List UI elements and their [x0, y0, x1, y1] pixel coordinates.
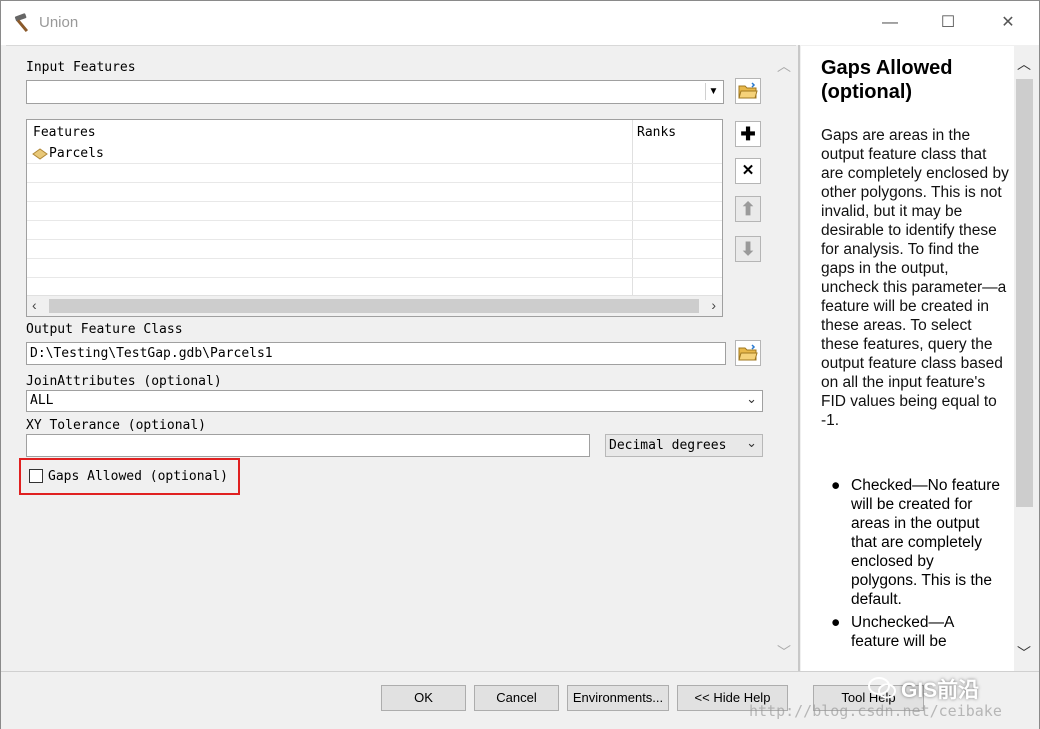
xy-unit-value: Decimal degrees — [609, 438, 727, 453]
features-grid: Features Ranks Parcels ‹ › — [26, 119, 723, 317]
chevron-down-icon[interactable]: ﹀ — [1017, 643, 1031, 663]
open-folder-icon — [738, 82, 758, 99]
parameters-pane: Input Features ▼ Features Ranks Parcels — [6, 45, 796, 671]
chevron-left-icon[interactable]: ‹ — [32, 297, 37, 313]
xy-tolerance-input[interactable] — [26, 434, 590, 457]
window-title: Union — [39, 14, 79, 31]
browse-input-button[interactable] — [735, 78, 761, 104]
minimize-button[interactable]: — — [867, 9, 913, 37]
gaps-allowed-checkbox[interactable] — [29, 469, 43, 483]
table-row — [27, 164, 722, 183]
output-feature-class-input[interactable]: D:\Testing\TestGap.gdb\Parcels1 — [26, 342, 726, 365]
x-icon: ✕ — [741, 162, 755, 179]
column-header-features: Features — [33, 125, 96, 140]
parameters-scrollbar[interactable]: ︿ ﹀ — [774, 56, 794, 662]
gaps-allowed-label[interactable]: Gaps Allowed (optional) — [48, 469, 228, 484]
title-bar: Union — ☐ ✕ — [1, 1, 1039, 45]
table-row — [27, 202, 722, 221]
button-bar: OK Cancel Environments... << Hide Help T… — [1, 671, 1039, 729]
close-button[interactable]: ✕ — [985, 9, 1031, 37]
hammer-icon — [14, 13, 29, 33]
list-item: ● Unchecked—A feature will be — [831, 614, 954, 650]
watermark-url: http://blog.csdn.net/ceibake — [749, 702, 1002, 720]
table-row — [27, 240, 722, 259]
browse-output-button[interactable] — [735, 340, 761, 366]
input-features-combo[interactable]: ▼ — [26, 80, 724, 104]
join-attributes-label: JoinAttributes (optional) — [26, 374, 222, 389]
chevron-down-icon[interactable]: ⌄ — [746, 391, 757, 407]
xy-tolerance-label: XY Tolerance (optional) — [26, 418, 207, 433]
brand-watermark: GIS前沿 — [901, 679, 980, 702]
help-body: Gaps are areas in the output feature cla… — [821, 127, 1009, 429]
list-item: ● Checked—No feature will be created for … — [831, 477, 1001, 608]
help-list: ● Checked—No feature will be created for … — [831, 476, 1001, 655]
arrow-up-icon: ⬆ — [740, 199, 756, 219]
move-up-button[interactable]: ⬆ — [735, 196, 761, 222]
chevron-up-icon[interactable]: ︿ — [1017, 54, 1031, 74]
chevron-down-icon[interactable]: ﹀ — [777, 642, 791, 662]
chevron-right-icon[interactable]: › — [711, 297, 716, 313]
feature-name: Parcels — [49, 146, 104, 161]
move-down-button[interactable]: ⬇ — [735, 236, 761, 262]
table-row[interactable]: Parcels — [27, 145, 722, 164]
help-pane: Gaps Allowed (optional) Gaps are areas i… — [801, 46, 1014, 671]
horizontal-scrollbar[interactable]: ‹ › — [27, 295, 722, 316]
open-folder-icon — [738, 344, 758, 361]
wechat-icon — [868, 677, 896, 699]
maximize-button[interactable]: ☐ — [925, 9, 971, 37]
pane-divider[interactable] — [798, 45, 800, 671]
table-row — [27, 259, 722, 278]
ok-button[interactable]: OK — [381, 685, 466, 711]
table-row — [27, 221, 722, 240]
output-feature-class-value: D:\Testing\TestGap.gdb\Parcels1 — [30, 346, 273, 361]
input-features-label: Input Features — [26, 60, 136, 75]
join-attributes-select[interactable]: ALL ⌄ — [26, 390, 763, 412]
xy-unit-select[interactable]: Decimal degrees ⌄ — [605, 434, 763, 457]
help-title: Gaps Allowed (optional) — [821, 57, 953, 103]
help-item-unchecked: Unchecked—A feature will be — [851, 614, 954, 650]
column-header-ranks: Ranks — [637, 125, 677, 140]
output-feature-class-label: Output Feature Class — [26, 322, 183, 337]
chevron-down-icon[interactable]: ▼ — [705, 83, 721, 100]
plus-icon: ✚ — [740, 124, 756, 144]
scrollbar-thumb[interactable] — [1016, 79, 1033, 507]
environments-button[interactable]: Environments... — [567, 685, 669, 711]
cancel-button[interactable]: Cancel — [474, 685, 559, 711]
table-row — [27, 183, 722, 202]
chevron-down-icon[interactable]: ⌄ — [746, 435, 757, 451]
arrow-down-icon: ⬇ — [740, 239, 756, 259]
union-dialog: Union — ☐ ✕ Input Features ▼ Features Ra… — [0, 0, 1040, 729]
chevron-up-icon[interactable]: ︿ — [777, 56, 791, 76]
polygon-layer-icon — [32, 148, 48, 160]
join-attributes-value: ALL — [30, 393, 54, 408]
help-scrollbar[interactable]: ︿ ﹀ — [1014, 46, 1036, 671]
help-item-checked: Checked—No feature will be created for a… — [851, 477, 1001, 608]
scrollbar-thumb[interactable] — [49, 299, 699, 313]
remove-row-button[interactable]: ✕ — [735, 158, 761, 184]
add-row-button[interactable]: ✚ — [735, 121, 761, 147]
